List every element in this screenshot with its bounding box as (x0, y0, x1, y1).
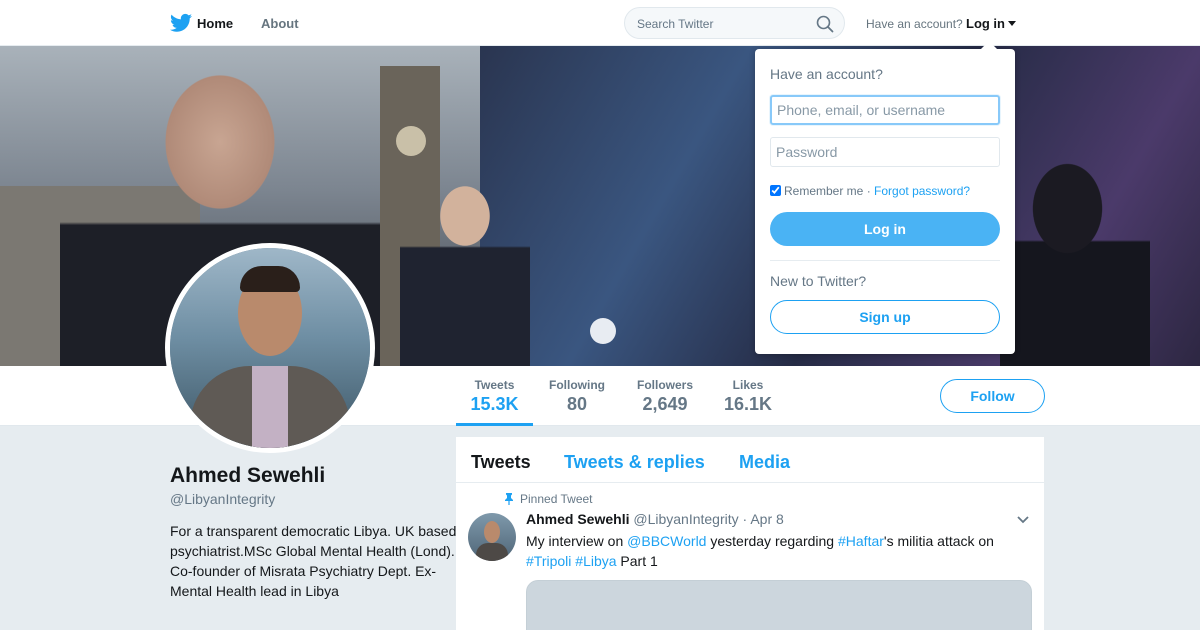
stat-followers[interactable]: Followers 2,649 (632, 378, 698, 415)
login-toggle-label: Log in (966, 16, 1005, 31)
pushpin-icon (505, 493, 513, 505)
tab-tweets-replies[interactable]: Tweets & replies (564, 452, 705, 473)
tweet-text: My interview on @BBCWorld yesterday rega… (526, 533, 994, 569)
mention-link[interactable]: @BBCWorld (627, 533, 706, 549)
stat-label: Likes (732, 378, 764, 392)
profile-avatar[interactable] (165, 243, 375, 453)
timeline: Tweets Tweets & replies Media Pinned Twe… (456, 437, 1044, 630)
profile-bio: For a transparent democratic Libya. UK b… (170, 523, 457, 599)
forgot-password-link[interactable]: Forgot password? (874, 184, 970, 198)
search-input[interactable]: Search Twitter (637, 17, 713, 31)
nav-about-link[interactable]: About (261, 16, 299, 31)
stat-value: 80 (566, 394, 588, 414)
tweet-timestamp[interactable]: Apr 8 (750, 511, 783, 527)
search-box[interactable]: Search Twitter (624, 7, 845, 39)
stat-value: 15.3K (470, 394, 519, 414)
profile-handle[interactable]: @LibyanIntegrity (170, 491, 275, 507)
pinned-text: Pinned Tweet (520, 492, 593, 506)
tab-tweets[interactable]: Tweets (471, 452, 531, 473)
profile-name[interactable]: Ahmed Sewehli (170, 464, 325, 488)
stat-following[interactable]: Following 80 (545, 378, 609, 415)
chevron-down-icon[interactable] (1016, 515, 1030, 525)
search-icon[interactable] (816, 15, 834, 33)
tweet-fullname[interactable]: Ahmed Sewehli (526, 511, 629, 527)
tweet-separator: · (742, 511, 748, 527)
new-to-twitter-label: New to Twitter? (770, 273, 867, 289)
hashtag-link[interactable]: #Haftar (838, 533, 884, 549)
divider (770, 260, 1000, 261)
hashtag-link[interactable]: #Tripoli (526, 553, 571, 569)
stat-label: Followers (636, 378, 693, 392)
hashtag-link[interactable]: #Libya (575, 553, 616, 569)
nav-home-link[interactable]: Home (197, 16, 233, 31)
tweet-media-card[interactable] (526, 580, 1032, 630)
account-question: Have an account? (866, 17, 963, 31)
caret-down-icon (1008, 21, 1016, 26)
stat-value: 2,649 (642, 394, 688, 414)
login-dropdown: Have an account? Remember me · Forgot pa… (755, 41, 1015, 354)
twitter-bird-icon[interactable] (170, 13, 192, 33)
dropdown-title: Have an account? (770, 66, 883, 82)
login-dropdown-toggle[interactable]: Log in (966, 16, 1016, 31)
stat-likes[interactable]: Likes 16.1K (721, 378, 775, 415)
remember-checkbox[interactable] (770, 185, 781, 196)
stat-tweets[interactable]: Tweets 15.3K (456, 378, 533, 426)
tweet-username[interactable]: @LibyanIntegrity (633, 511, 738, 527)
login-button[interactable]: Log in (770, 212, 1000, 246)
remember-separator: · (866, 184, 871, 198)
signup-button[interactable]: Sign up (770, 300, 1000, 334)
stat-label: Tweets (474, 378, 515, 392)
follow-button[interactable]: Follow (940, 379, 1045, 413)
top-navbar: Home About Search Twitter Have an accoun… (0, 0, 1200, 46)
tweet-avatar[interactable] (468, 513, 516, 561)
password-field[interactable] (770, 137, 1000, 167)
remember-row: Remember me · Forgot password? (770, 184, 970, 198)
stat-value: 16.1K (723, 394, 773, 414)
stat-label: Following (549, 378, 605, 392)
pinned-label: Pinned Tweet (504, 492, 593, 506)
tab-media[interactable]: Media (739, 452, 790, 473)
username-field[interactable] (770, 95, 1000, 125)
remember-label[interactable]: Remember me (784, 184, 863, 198)
tweet-header: Ahmed Sewehli @LibyanIntegrity · Apr 8 (526, 511, 784, 527)
timeline-tabs: Tweets Tweets & replies Media (456, 437, 1044, 483)
